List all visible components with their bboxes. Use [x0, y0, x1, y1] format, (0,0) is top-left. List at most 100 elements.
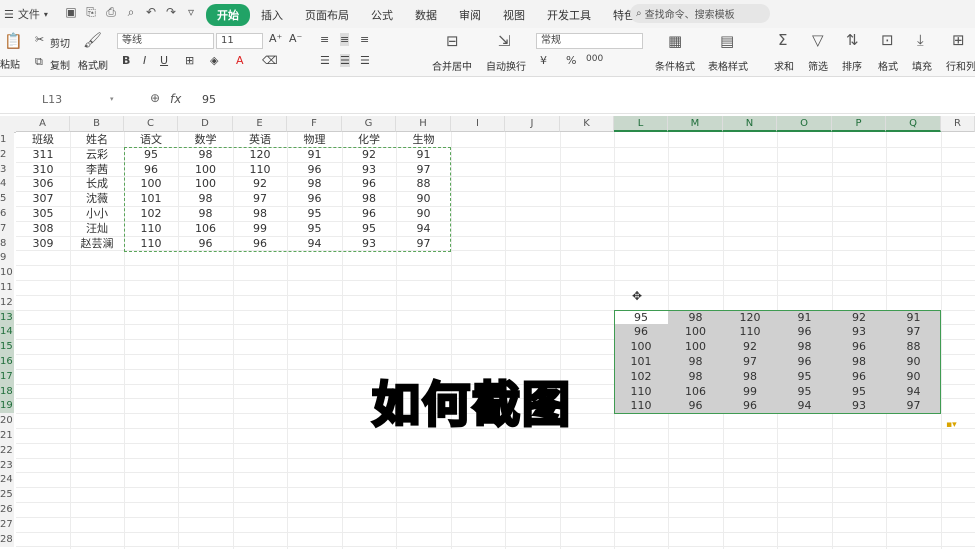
table-cell[interactable]: 306 [16, 176, 70, 191]
pasted-cell[interactable]: 106 [668, 384, 723, 399]
pasted-cell[interactable]: 90 [886, 369, 941, 384]
pasted-cell[interactable]: 98 [832, 354, 886, 369]
header-cell[interactable]: 英语 [233, 132, 287, 147]
tab-3[interactable]: 公式 [360, 4, 404, 26]
row-header-7[interactable]: 7 [0, 220, 14, 236]
pasted-cell[interactable]: 95 [614, 310, 668, 325]
column-header-I[interactable]: I [451, 116, 505, 132]
font-color-icon[interactable]: A [236, 54, 244, 67]
table-style-icon[interactable]: ▤ [720, 32, 734, 50]
pasted-cell[interactable]: 99 [723, 384, 777, 399]
table-cell[interactable]: 汪灿 [70, 221, 124, 236]
column-header-E[interactable]: E [233, 116, 287, 132]
pasted-cell[interactable]: 95 [777, 384, 832, 399]
pasted-cell[interactable]: 98 [723, 369, 777, 384]
rows-cols-icon[interactable]: ⊞ [952, 31, 965, 49]
row-header-10[interactable]: 10 [0, 265, 14, 281]
redo-icon[interactable]: ↷ [164, 5, 178, 19]
pasted-cell[interactable]: 96 [832, 339, 886, 354]
row-header-9[interactable]: 9 [0, 250, 14, 266]
command-search[interactable]: ⌕ 查找命令、搜索模板 [630, 4, 770, 23]
format-icon[interactable]: ⊡ [881, 31, 894, 49]
pasted-cell[interactable]: 95 [777, 369, 832, 384]
pasted-cell[interactable]: 96 [614, 324, 668, 339]
row-header-6[interactable]: 6 [0, 206, 14, 221]
conditional-format-button[interactable]: 条件格式 [655, 58, 695, 73]
row-header-2[interactable]: 2 [0, 146, 14, 162]
row-header-17[interactable]: 17 [0, 368, 14, 384]
row-header-22[interactable]: 22 [0, 442, 14, 458]
row-header-25[interactable]: 25 [0, 487, 14, 503]
undo-icon[interactable]: ↶ [144, 5, 158, 19]
pasted-cell[interactable]: 92 [832, 310, 886, 325]
pasted-cell[interactable]: 96 [723, 398, 777, 413]
table-cell[interactable]: 308 [16, 221, 70, 236]
pasted-cell[interactable]: 92 [723, 339, 777, 354]
row-header-11[interactable]: 11 [0, 280, 14, 295]
decrease-font-icon[interactable]: A⁻ [289, 32, 302, 45]
column-header-H[interactable]: H [396, 116, 451, 132]
export-icon[interactable]: ⎘ [84, 5, 98, 19]
row-header-19[interactable]: 19 [0, 398, 14, 414]
tab-2[interactable]: 页面布局 [294, 4, 360, 26]
zoom-icon[interactable]: ⊕ [150, 91, 160, 105]
format-button[interactable]: 格式 [878, 58, 898, 73]
fill-color-icon[interactable]: ◈ [210, 54, 218, 67]
copy-icon[interactable]: ⧉ [35, 55, 43, 69]
table-cell[interactable]: 305 [16, 206, 70, 221]
tab-1[interactable]: 插入 [250, 4, 294, 26]
currency-icon[interactable]: ¥ [540, 54, 547, 67]
pasted-cell[interactable]: 96 [668, 398, 723, 413]
row-header-5[interactable]: 5 [0, 191, 14, 207]
sum-icon[interactable]: Σ [778, 31, 787, 49]
pasted-cell[interactable]: 96 [777, 324, 832, 339]
format-painter-button[interactable]: 格式刷 [78, 57, 108, 72]
pasted-cell[interactable]: 96 [832, 369, 886, 384]
table-cell[interactable]: 赵芸澜 [70, 236, 124, 251]
table-cell[interactable]: 309 [16, 236, 70, 251]
increase-font-icon[interactable]: A⁺ [269, 32, 282, 45]
print-icon[interactable]: ⎙ [104, 5, 118, 19]
pasted-cell[interactable]: 93 [832, 398, 886, 413]
save-icon[interactable]: ▣ [64, 5, 78, 19]
select-all-corner[interactable] [0, 116, 16, 133]
pasted-cell[interactable]: 95 [832, 384, 886, 399]
align-right-icon[interactable]: ☰ [360, 54, 370, 67]
row-header-26[interactable]: 26 [0, 502, 14, 517]
percent-icon[interactable]: % [566, 54, 576, 67]
chevron-down-icon[interactable]: ▾ [110, 95, 114, 103]
tab-4[interactable]: 数据 [404, 4, 448, 26]
column-header-A[interactable]: A [16, 116, 70, 132]
pasted-cell[interactable]: 100 [614, 339, 668, 354]
wrap-text-button[interactable]: 自动换行 [486, 58, 526, 73]
wrap-text-icon[interactable]: ⇲ [498, 32, 511, 50]
thousands-icon[interactable]: 000 [586, 54, 603, 64]
pasted-cell[interactable]: 110 [614, 398, 668, 413]
row-header-20[interactable]: 20 [0, 413, 14, 429]
pasted-cell[interactable]: 88 [886, 339, 941, 354]
table-style-button[interactable]: 表格样式 [708, 58, 748, 73]
row-header-12[interactable]: 12 [0, 294, 14, 310]
tab-5[interactable]: 审阅 [448, 4, 492, 26]
table-cell[interactable]: 云彩 [70, 147, 124, 162]
row-header-23[interactable]: 23 [0, 457, 14, 473]
pasted-cell[interactable]: 97 [723, 354, 777, 369]
align-left-icon[interactable]: ☰ [320, 54, 330, 67]
column-header-N[interactable]: N [723, 116, 777, 132]
align-bottom-icon[interactable]: ≡ [360, 33, 369, 46]
header-cell[interactable]: 姓名 [70, 132, 124, 147]
header-cell[interactable]: 数学 [178, 132, 233, 147]
tab-6[interactable]: 视图 [492, 4, 536, 26]
rows-cols-button[interactable]: 行和列 [946, 58, 975, 73]
pasted-cell[interactable]: 102 [614, 369, 668, 384]
column-header-B[interactable]: B [70, 116, 124, 132]
row-header-16[interactable]: 16 [0, 354, 14, 369]
italic-icon[interactable]: I [143, 54, 146, 67]
pasted-cell[interactable]: 110 [723, 324, 777, 339]
sort-button[interactable]: 排序 [842, 58, 862, 73]
cut-button[interactable]: 剪切 [50, 35, 70, 50]
column-header-Q[interactable]: Q [886, 116, 941, 132]
row-header-14[interactable]: 14 [0, 324, 14, 340]
row-header-13[interactable]: 13 [0, 309, 14, 325]
table-cell[interactable]: 307 [16, 191, 70, 206]
